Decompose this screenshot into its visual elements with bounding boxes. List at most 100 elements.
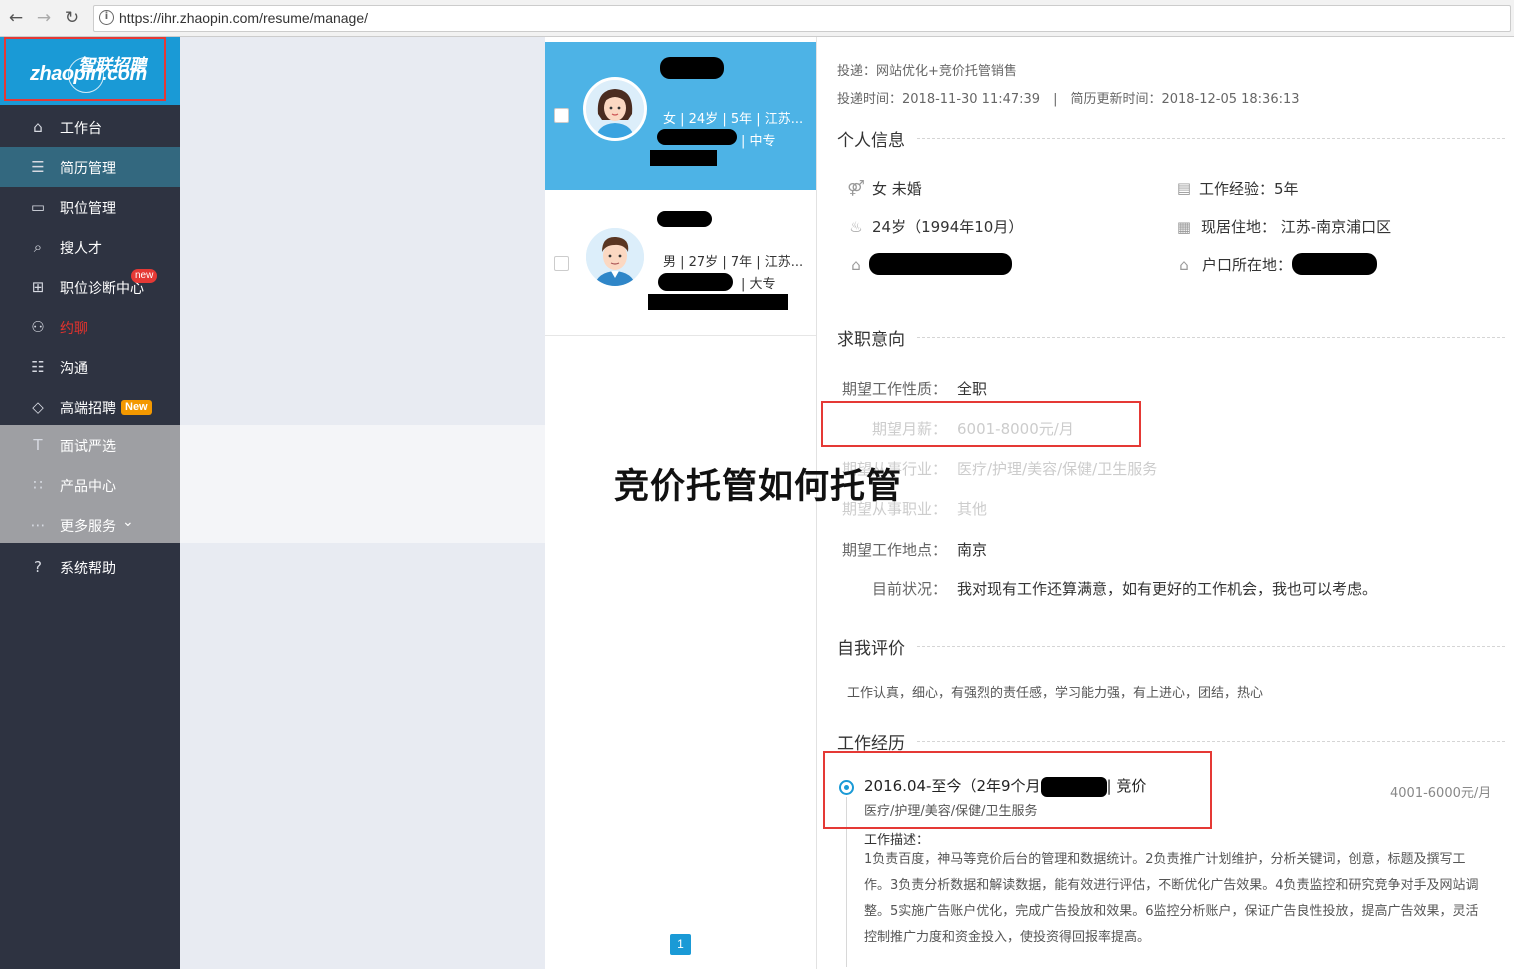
- new-badge: new: [131, 269, 158, 283]
- section-title-self-eval: 自我评价: [837, 634, 915, 659]
- sidebar-item-products[interactable]: ∷ 产品中心: [0, 465, 180, 505]
- sidebar-item-label: 系统帮助: [60, 561, 116, 577]
- hukou-location: 户口所在地：: [1202, 256, 1293, 274]
- redacted-school: [657, 129, 737, 145]
- sidebar-item-premium[interactable]: ◇ 高端招聘 New: [0, 387, 180, 427]
- sidebar-item-help[interactable]: ? 系统帮助: [0, 547, 180, 587]
- resume-detail: 投递：网站优化+竞价托管销售 投递时间：2018-11-30 11:47:39 …: [817, 37, 1514, 969]
- intent-label-location: 期望工作地点：: [841, 541, 947, 559]
- pagination-page-1[interactable]: 1: [670, 934, 691, 955]
- redacted-school: [658, 273, 733, 291]
- intent-label-type: 期望工作性质：: [841, 380, 947, 398]
- search-icon: ⌕: [33, 238, 43, 256]
- building-icon: ▦: [1176, 218, 1192, 236]
- education-cap-icon: ⌂: [851, 256, 861, 274]
- gender-icon: ⚤: [847, 179, 865, 197]
- more-icon: ⋯: [30, 516, 46, 534]
- sidebar: 智联招聘 zhaopin.com ⌂ 工作台 ☰ 简历管理 ▭ 职位管理 ⌕ 搜…: [0, 37, 180, 969]
- browser-toolbar: ← → ↻ i https://ihr.zhaopin.com/resume/m…: [0, 0, 1514, 37]
- select-checkbox[interactable]: [554, 108, 569, 123]
- sidebar-item-interview[interactable]: T 面试严选: [0, 425, 180, 465]
- house-icon: ⌂: [1179, 256, 1189, 274]
- sidebar-item-label: 沟通: [60, 361, 88, 377]
- grid-icon: ∷: [33, 476, 43, 494]
- sidebar-item-label: 职位诊断中心: [60, 281, 144, 297]
- candidate-summary: 女 | 24岁 | 5年 | 江苏...: [663, 112, 804, 127]
- url-text: https://ihr.zhaopin.com/resume/manage/: [119, 10, 369, 26]
- intent-label-status: 目前状况：: [871, 580, 947, 598]
- section-title-personal: 个人信息: [837, 126, 915, 151]
- diamond-icon: ◇: [32, 398, 44, 416]
- birthday-cake-icon: ♨: [849, 218, 863, 236]
- applied-position: 投递：网站优化+竞价托管销售: [837, 64, 1017, 79]
- new-badge: New: [121, 400, 152, 415]
- gender-marital: 女 未婚: [872, 180, 922, 198]
- folder-icon: ▭: [30, 198, 46, 216]
- sidebar-item-label: 产品中心: [60, 479, 116, 495]
- intent-value-type: 全职: [957, 380, 988, 398]
- interview-icon: T: [33, 436, 43, 454]
- sidebar-item-communication[interactable]: ☷ 沟通: [0, 347, 180, 387]
- logo[interactable]: 智联招聘 zhaopin.com: [0, 37, 180, 105]
- sidebar-item-resume[interactable]: ☰ 简历管理: [0, 147, 180, 187]
- section-title-intent: 求职意向: [837, 325, 915, 350]
- apply-update-times: 投递时间：2018-11-30 11:47:39 | 简历更新时间：2018-1…: [837, 92, 1300, 107]
- sidebar-item-label: 工作台: [60, 121, 102, 137]
- forward-icon[interactable]: →: [34, 8, 54, 28]
- sidebar-item-chat-appointment[interactable]: ⚇ 约聊: [0, 307, 180, 347]
- redacted-major: [650, 150, 717, 166]
- reload-icon[interactable]: ↻: [62, 8, 82, 28]
- sidebar-item-label: 更多服务: [60, 519, 116, 535]
- home-icon: ⌂: [33, 118, 43, 136]
- age-birth: 24岁（1994年10月）: [872, 218, 1024, 236]
- redacted-major: [648, 294, 788, 310]
- highlight-box: [4, 37, 166, 101]
- help-icon: ?: [34, 558, 42, 576]
- sidebar-item-label: 面试严选: [60, 439, 116, 455]
- work-salary: 4001-6000元/月: [1390, 786, 1492, 801]
- sidebar-item-search-talent[interactable]: ⌕ 搜人才: [0, 227, 180, 267]
- sidebar-item-label: 职位管理: [60, 201, 116, 217]
- candidate-summary: 男 | 27岁 | 7年 | 江苏...: [663, 255, 804, 270]
- redacted-name: [657, 211, 712, 227]
- diagnosis-icon: ⊞: [31, 278, 45, 296]
- briefcase-icon: ▤: [1176, 179, 1192, 197]
- candidate-education: | 中专: [741, 134, 776, 149]
- sidebar-item-label: 高端招聘: [60, 401, 116, 417]
- highlight-box: [823, 751, 1212, 829]
- content-band: [180, 425, 545, 543]
- list-divider: [545, 335, 816, 336]
- female-avatar-icon: [583, 77, 647, 141]
- male-avatar-icon: [583, 225, 647, 289]
- section-divider: [837, 337, 1505, 338]
- candidate-education: | 大专: [741, 277, 776, 292]
- work-desc-label: 工作描述：: [864, 833, 930, 848]
- sidebar-item-more[interactable]: ⋯ 更多服务 ⌄: [0, 505, 180, 543]
- address-bar[interactable]: i https://ihr.zhaopin.com/resume/manage/: [93, 5, 1511, 32]
- section-divider: [837, 646, 1505, 647]
- section-divider: [837, 138, 1505, 139]
- sidebar-item-workbench[interactable]: ⌂ 工作台: [0, 107, 180, 147]
- chevron-down-icon: ⌄: [122, 514, 134, 530]
- candidate-card[interactable]: 女 | 24岁 | 5年 | 江苏... | 中专: [545, 42, 816, 190]
- chat-icon: ☷: [31, 358, 45, 376]
- sidebar-item-label: 约聊: [60, 321, 88, 337]
- candidate-card[interactable]: 男 | 27岁 | 7年 | 江苏... | 大专: [545, 190, 816, 338]
- sidebar-item-diagnosis[interactable]: ⊞ 职位诊断中心 new: [0, 267, 180, 307]
- intent-value-industry: 医疗/护理/美容/保健/卫生服务: [957, 460, 1158, 478]
- self-evaluation-text: 工作认真，细心，有强烈的责任感，学习能力强，有上进心，团结，热心: [847, 686, 1264, 701]
- site-info-icon[interactable]: i: [99, 10, 114, 25]
- intent-value-location: 南京: [957, 541, 988, 559]
- section-divider: [837, 741, 1505, 742]
- redacted-name: [660, 57, 724, 79]
- sidebar-item-jobs[interactable]: ▭ 职位管理: [0, 187, 180, 227]
- highlight-box: [821, 401, 1141, 447]
- current-residence: 现居住地： 江苏-南京浦口区: [1201, 218, 1392, 236]
- sidebar-item-label: 搜人才: [60, 241, 102, 257]
- intent-value-job: 其他: [957, 500, 988, 518]
- redacted-education: [869, 253, 1012, 275]
- work-description: 1负责百度，神马等竞价后台的管理和数据统计。2负责推广计划维护，分析关键词，创意…: [864, 852, 1479, 945]
- back-icon[interactable]: ←: [6, 8, 26, 28]
- overlay-title: 竞价托管如何托管: [614, 467, 903, 507]
- select-checkbox[interactable]: [554, 256, 569, 271]
